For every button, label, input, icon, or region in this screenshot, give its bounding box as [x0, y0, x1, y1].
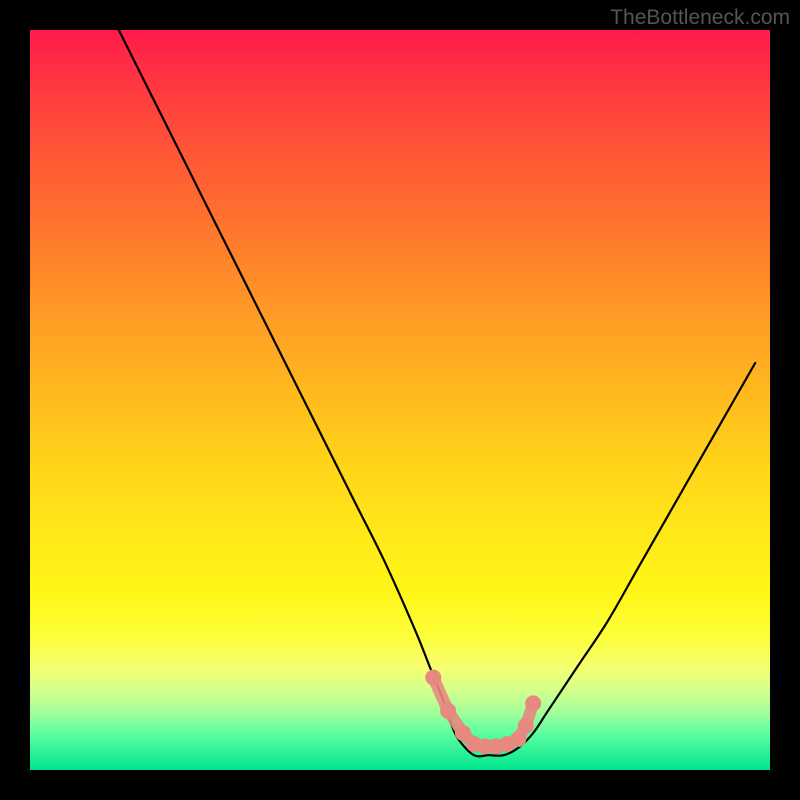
highlight-dot: [440, 703, 456, 719]
highlight-dot: [425, 670, 441, 686]
plot-area: [30, 30, 770, 770]
highlight-dot: [525, 695, 541, 711]
highlight-markers: [425, 670, 541, 755]
chart-svg: [30, 30, 770, 770]
watermark-text: TheBottleneck.com: [610, 6, 790, 30]
highlight-dot: [518, 718, 534, 734]
bottleneck-curve: [119, 30, 755, 756]
chart-frame: TheBottleneck.com: [0, 0, 800, 800]
